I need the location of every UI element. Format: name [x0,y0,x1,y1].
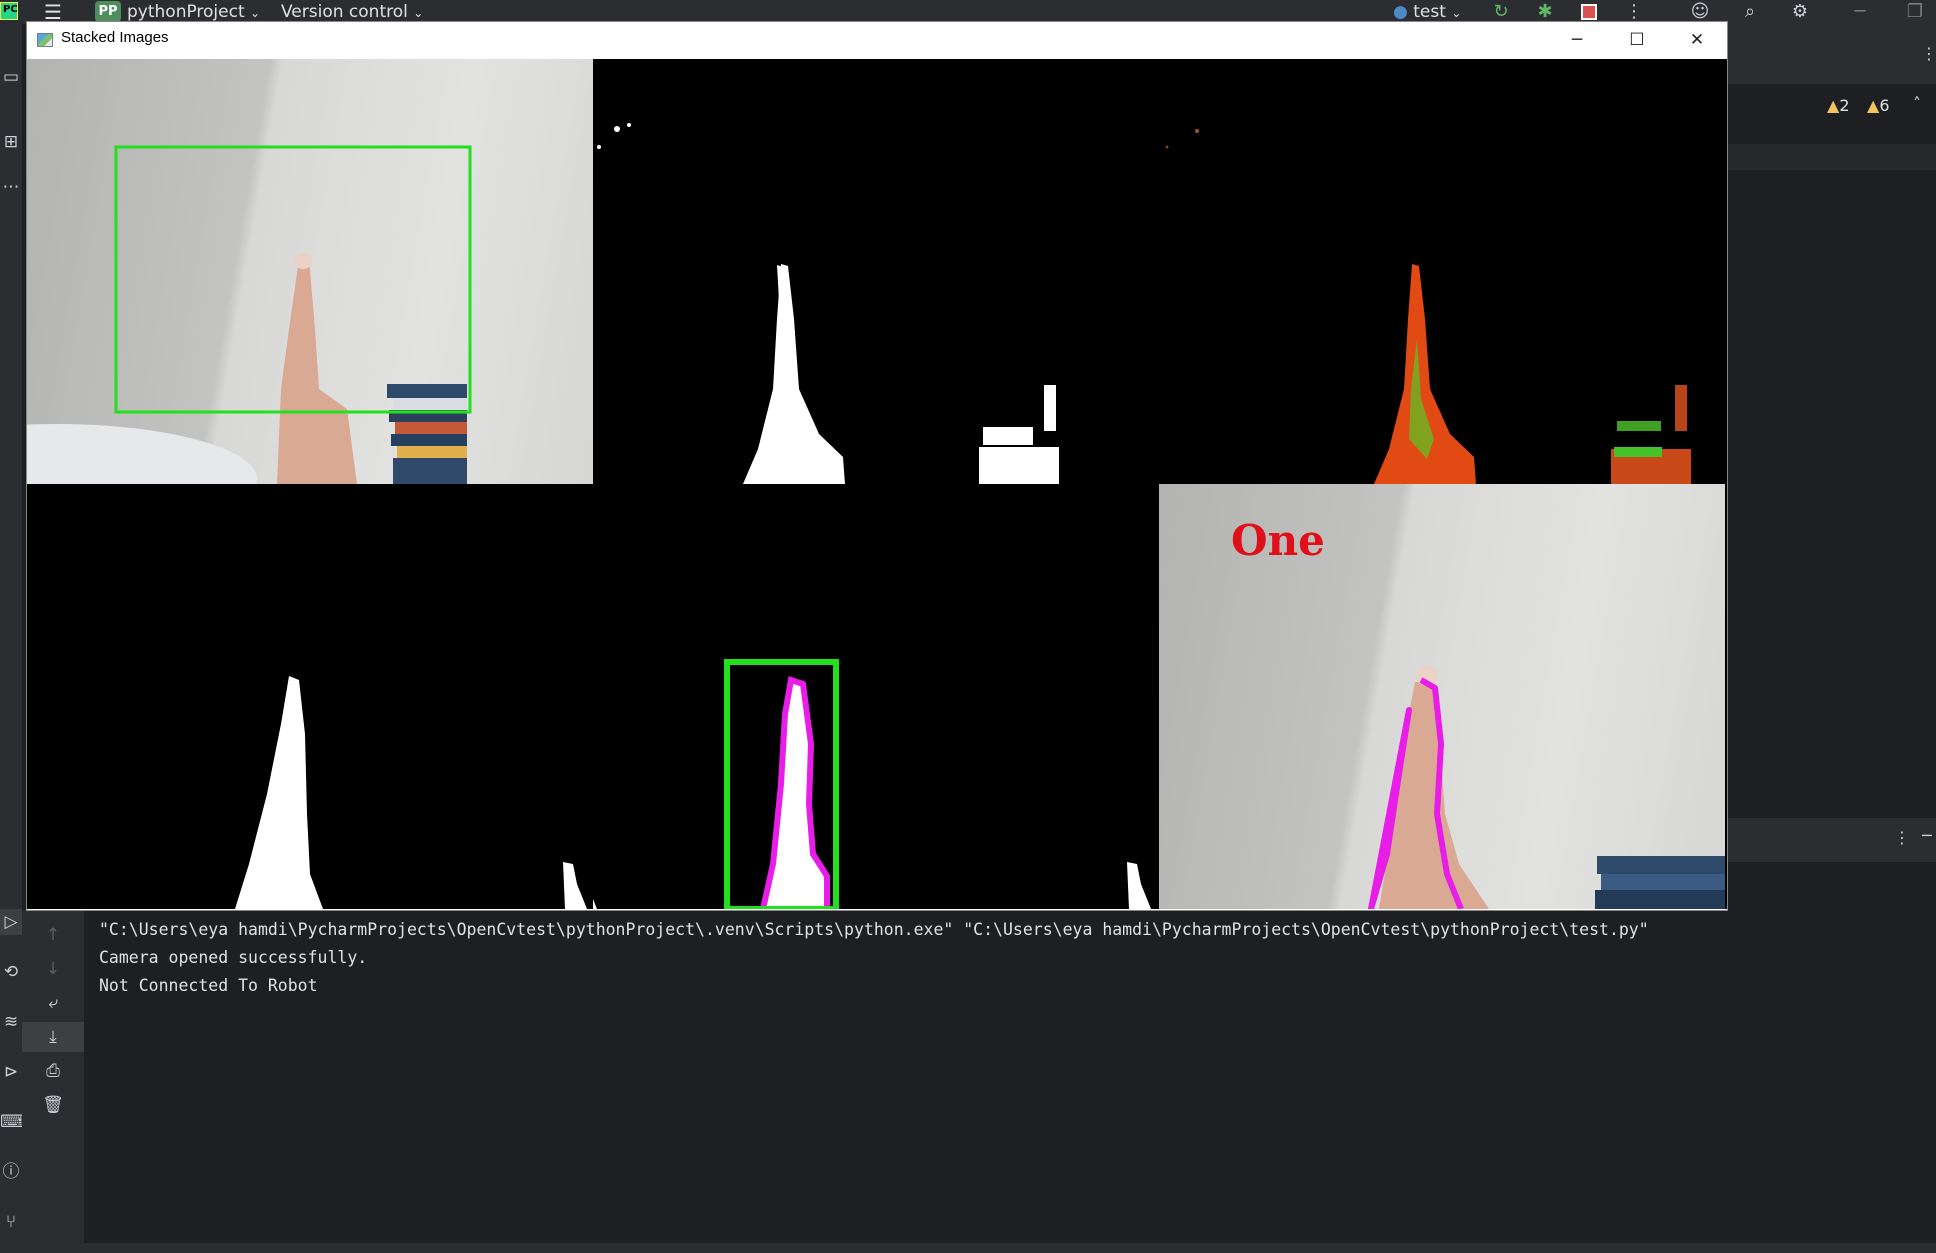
search-icon[interactable]: ⌕ [1735,0,1765,24]
structure-icon[interactable]: ⊞ [0,129,22,155]
console-line: "C:\Users\eya hamdi\PycharmProjects\Open… [99,920,1649,939]
chevron-down-icon: ⌄ [1451,6,1462,20]
soft-wrap-icon[interactable]: ⤶ [22,988,84,1018]
console-output: "C:\Users\eya hamdi\PycharmProjects\Open… [99,916,1649,1000]
layers-icon[interactable]: ≋ [0,1009,22,1035]
more-vertical-icon[interactable]: ⋮ [1894,828,1910,847]
tool-window-header: ⋮ ─ [1727,818,1936,862]
stacked-images-window: Stacked Images ─ ☐ ✕ One [27,22,1727,910]
maximize-button[interactable]: ☐ [1607,22,1667,59]
result-panel: One [1159,484,1725,909]
console-toolbar: ↑ ↓ ⤶ ⤓ ⎙ 🗑 [22,910,84,1243]
arrow-down-icon[interactable]: ↓ [22,954,84,984]
close-button[interactable]: ✕ [1667,22,1727,59]
project-selector[interactable]: pythonProject ⌄ [127,0,260,24]
gear-icon[interactable]: ⚙ [1785,0,1815,24]
pycharm-logo[interactable]: PC [0,2,18,20]
run-console: ↑ ↓ ⤶ ⤓ ⎙ 🗑 "C:\Users\eya hamdi\PycharmP… [22,910,1936,1243]
binary-mask-panel [593,59,1159,484]
version-control-menu[interactable]: Version control ⌄ [281,0,423,24]
more-vertical-icon[interactable]: ⋮ [1921,44,1936,63]
editor-area: ⋮ ▲2 ▲6 ˄ [1727,24,1936,910]
services-icon[interactable]: ⊳ [0,1059,22,1085]
dilated-mask-panel [27,484,593,909]
hide-icon[interactable]: ─ [1922,826,1932,845]
more-vertical-icon[interactable]: ⋮ [1619,0,1649,24]
camera-frame-panel [27,59,593,484]
more-horizontal-icon[interactable]: ⋯ [0,174,22,200]
console-line: Not Connected To Robot [99,976,318,995]
debug-icon[interactable]: ✱ [1530,0,1560,24]
warnings-count: 2 [1839,96,1850,115]
contour-image [593,659,1151,909]
contour-panel [593,484,1159,909]
editor-tab-bar: ⋮ [1727,24,1936,84]
weak-warnings-count: 6 [1879,96,1890,115]
left-tool-strip: ▭ ⊞ ⋯ ▷ ⟲ ≋ ⊳ ⌨ ⓘ ⑂ [0,24,25,1243]
color-mask-panel [1159,59,1725,484]
project-name: pythonProject [127,2,245,22]
warning-icon: ▲ [1827,96,1840,115]
books-stack [387,384,467,484]
console-line: Camera opened successfully. [99,948,368,967]
weak-warning-icon: ▲ [1867,96,1880,115]
stop-icon[interactable] [1574,0,1604,24]
window-title-bar[interactable]: Stacked Images ─ ☐ ✕ [27,22,1727,59]
minimize-button[interactable]: ─ [1547,22,1607,59]
ide-title-bar: PC ☰ PP pythonProject ⌄ Version control … [0,0,1936,24]
chevron-down-icon: ⌄ [250,6,261,20]
chevron-up-icon[interactable]: ˄ [1913,94,1921,113]
dilated-mask-image [235,676,587,909]
camera-frame-image [27,145,472,484]
print-icon[interactable]: ⎙ [22,1056,84,1086]
chevron-down-icon: ⌄ [413,6,424,20]
python-icon: ● [1393,2,1408,22]
run-config-name: test [1413,2,1446,22]
terminal-icon[interactable]: ⌨ [0,1109,25,1135]
stacked-image-canvas: One [27,59,1727,909]
hamburger-menu-icon[interactable]: ☰ [44,0,72,24]
ide-minimize-button[interactable]: ─ [1845,0,1875,24]
python-console-icon[interactable]: ⟲ [0,959,22,985]
books-stack [1595,856,1725,909]
arrow-up-icon[interactable]: ↑ [22,920,84,950]
run-config-selector[interactable]: ● test ⌄ [1393,0,1461,24]
version-control-label: Version control [281,2,408,22]
account-icon[interactable]: ☺ [1685,0,1715,24]
weak-warnings-indicator[interactable]: ▲6 [1867,96,1890,115]
binary-mask-image [597,123,1059,484]
ide-restore-button[interactable]: ❐ [1900,0,1930,24]
git-icon[interactable]: ⑂ [0,1209,22,1235]
folder-icon[interactable]: ▭ [0,64,22,90]
scroll-to-end-icon[interactable]: ⤓ [22,1022,84,1052]
gesture-label: One [1231,516,1325,565]
color-mask-image [1165,129,1691,484]
status-bar [0,1243,1936,1253]
project-badge: PP [95,1,121,22]
window-title: Stacked Images [61,29,169,46]
trash-icon[interactable]: 🗑 [22,1090,84,1120]
rerun-icon[interactable]: ↻ [1486,0,1516,24]
warnings-indicator[interactable]: ▲2 [1827,96,1850,115]
problems-icon[interactable]: ⓘ [0,1159,22,1185]
run-tool-icon[interactable]: ▷ [0,909,22,935]
window-app-icon [37,33,53,47]
editor-current-line [1727,144,1936,170]
